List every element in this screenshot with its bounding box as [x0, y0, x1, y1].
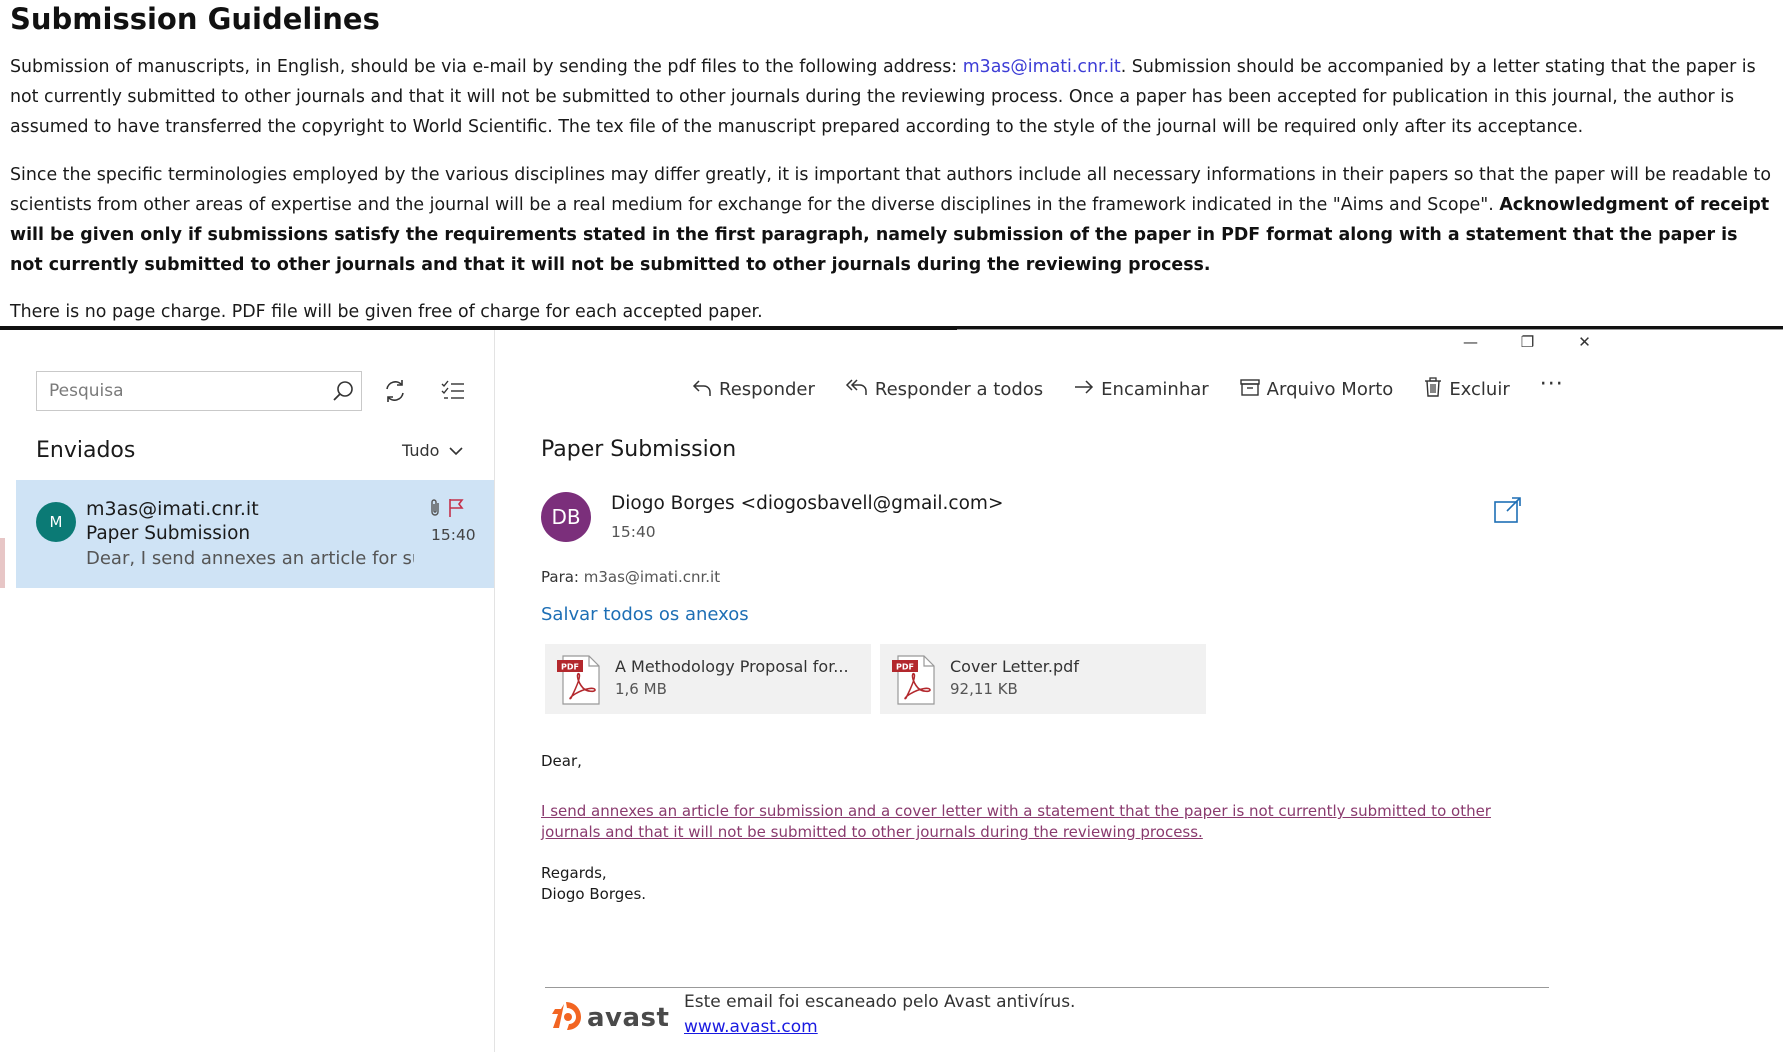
archive-icon	[1239, 376, 1261, 403]
filter-dropdown[interactable]: Tudo	[402, 441, 464, 460]
reply-all-button[interactable]: Responder a todos	[845, 376, 1043, 403]
guidelines-title: Submission Guidelines	[10, 2, 380, 36]
save-all-attachments-link[interactable]: Salvar todos os anexos	[541, 604, 749, 625]
email-closing: Regards,	[541, 864, 607, 882]
to-label: Para:	[541, 568, 579, 586]
avast-logo: avast	[549, 1000, 669, 1036]
guidelines-paragraph-3: There is no page charge. PDF file will b…	[10, 302, 763, 322]
search-box	[36, 371, 362, 411]
message-status-icons	[428, 498, 464, 522]
avast-wordmark: avast	[587, 1003, 670, 1033]
attachment-card[interactable]: PDF Cover Letter.pdf 92,11 KB	[880, 644, 1206, 714]
reply-all-label: Responder a todos	[874, 378, 1044, 400]
recipient-line: Para: m3as@imati.cnr.it	[541, 568, 720, 586]
message-subject: Paper Submission	[86, 523, 251, 544]
message-list-item[interactable]: M m3as@imati.cnr.it Paper Submission Dea…	[16, 480, 494, 588]
avast-icon	[549, 1000, 583, 1036]
guidelines-paragraph-2: Since the specific terminologies employe…	[10, 160, 1775, 280]
email-message-link[interactable]: I send annexes an article for submission…	[541, 801, 1541, 843]
folder-title: Enviados	[36, 438, 136, 463]
sync-icon[interactable]	[378, 374, 412, 408]
sender-name[interactable]: Diogo Borges <diogosbavell@gmail.com>	[611, 493, 1003, 514]
selection-mode-icon[interactable]	[436, 374, 470, 408]
chevron-down-icon	[449, 441, 464, 460]
flag-icon[interactable]	[448, 498, 464, 522]
message-time: 15:40	[431, 526, 476, 544]
attachment-size: 92,11 KB	[950, 680, 1018, 698]
reply-label: Responder	[719, 378, 815, 400]
sender-avatar: DB	[541, 492, 591, 542]
attachment-name: Cover Letter.pdf	[950, 657, 1079, 676]
search-input[interactable]	[37, 373, 325, 409]
antivirus-notice: Este email foi escaneado pelo Avast anti…	[684, 992, 1076, 1012]
paperclip-icon	[428, 498, 442, 522]
email-greeting: Dear,	[541, 752, 582, 770]
message-preview: Dear, I send annexes an article for subm	[86, 548, 414, 569]
forward-button[interactable]: Encaminhar	[1073, 376, 1209, 403]
open-in-new-window-icon[interactable]	[1490, 492, 1526, 528]
attachment-card[interactable]: PDF A Methodology Proposal for... 1,6 MB	[545, 644, 871, 714]
pdf-file-icon: PDF	[555, 654, 603, 706]
window-edge	[0, 538, 5, 588]
attachment-size: 1,6 MB	[615, 680, 667, 698]
to-value[interactable]: m3as@imati.cnr.it	[584, 568, 720, 586]
archive-label: Arquivo Morto	[1266, 378, 1394, 400]
message-toolbar: Responder Responder a todos Encaminhar A…	[691, 372, 1564, 406]
delete-label: Excluir	[1449, 378, 1510, 400]
guidelines-paragraph-1: Submission of manuscripts, in English, s…	[10, 52, 1775, 142]
reply-button[interactable]: Responder	[691, 376, 815, 403]
email-subject: Paper Submission	[541, 437, 737, 462]
submission-email-link[interactable]: m3as@imati.cnr.it	[963, 57, 1121, 77]
message-from: m3as@imati.cnr.it	[86, 498, 259, 520]
mail-app: — ❐ ✕ Enviados Tudo M m3as@imati.cnr.it	[0, 330, 1783, 1052]
pdf-file-icon: PDF	[890, 654, 938, 706]
message-list-pane: Enviados Tudo M m3as@imati.cnr.it Paper …	[0, 330, 495, 1052]
sent-time: 15:40	[611, 523, 656, 541]
svg-text:PDF: PDF	[896, 663, 914, 672]
email-signature-name: Diogo Borges.	[541, 885, 647, 903]
signature-divider	[545, 987, 1549, 988]
svg-text:PDF: PDF	[561, 663, 579, 672]
archive-button[interactable]: Arquivo Morto	[1239, 376, 1394, 403]
attachment-name: A Methodology Proposal for...	[615, 657, 849, 676]
forward-icon	[1073, 376, 1095, 403]
search-icon[interactable]	[325, 373, 361, 409]
reply-icon	[691, 376, 713, 403]
p1-text-start: Submission of manuscripts, in English, s…	[10, 57, 963, 77]
reading-pane: Responder Responder a todos Encaminhar A…	[495, 330, 1783, 1052]
more-options-button[interactable]: ···	[1540, 374, 1564, 396]
avast-link[interactable]: www.avast.com	[684, 1017, 818, 1037]
forward-label: Encaminhar	[1101, 378, 1209, 400]
trash-icon	[1423, 376, 1443, 403]
guidelines-section: Submission Guidelines Submission of manu…	[0, 0, 1783, 330]
filter-label: Tudo	[402, 441, 440, 460]
delete-button[interactable]: Excluir	[1423, 376, 1510, 403]
reply-all-icon	[845, 376, 869, 403]
avatar: M	[36, 502, 76, 542]
